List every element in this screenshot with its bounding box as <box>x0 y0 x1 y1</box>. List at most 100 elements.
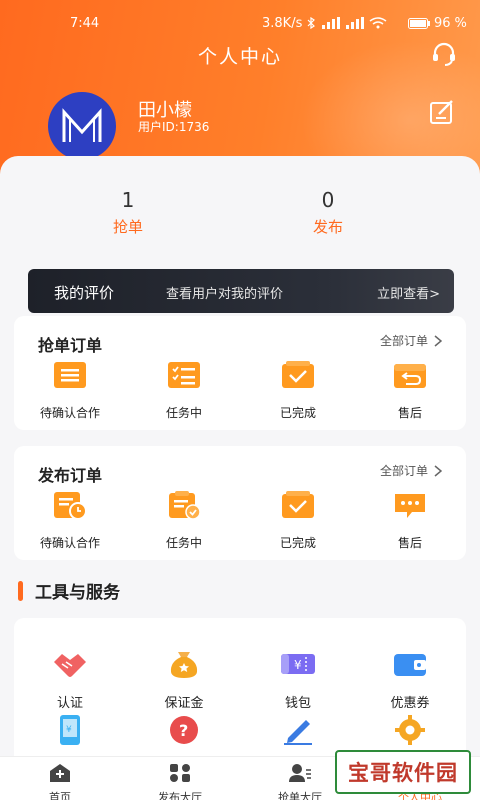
chevron-right-icon <box>434 464 442 477</box>
pending-clock-icon <box>54 492 87 520</box>
signal-icons <box>305 17 387 29</box>
publish-order-after-sales[interactable]: 售后 <box>360 490 460 551</box>
home-icon <box>50 764 70 782</box>
tool-phone[interactable]: ¥ <box>20 714 120 750</box>
battery-icon <box>408 18 430 29</box>
grid-icon <box>170 764 190 782</box>
status-time: 7:44 <box>70 16 100 31</box>
tool-wallet-label: 钱包 <box>284 696 311 711</box>
tool-settings[interactable] <box>360 714 460 750</box>
watermark-text: 宝哥软件园 <box>348 761 458 785</box>
evaluation-subtitle: 查看用户对我的评价 <box>166 287 284 302</box>
evaluation-banner[interactable]: 我的评价 查看用户对我的评价 立即查看> <box>28 269 454 313</box>
signal-icon-2 <box>346 17 364 29</box>
edit-profile-icon[interactable] <box>428 98 456 126</box>
publish-order-completed-label: 已完成 <box>279 536 316 550</box>
battery: 96% <box>408 16 467 31</box>
publish-order-after-sales-label: 售后 <box>397 536 422 550</box>
grab-orders-all-link[interactable]: 全部订单 <box>380 332 442 349</box>
tool-wallet[interactable]: ¥ 钱包 <box>248 648 348 711</box>
user-list-icon <box>289 764 311 782</box>
grab-order-in-progress-label: 任务中 <box>165 406 202 420</box>
watermark-logo: 宝哥软件园 <box>335 750 471 794</box>
tab-grab-hall[interactable]: 抢单大厅 <box>255 763 345 800</box>
tab-publish-hall-label: 发布大厅 <box>158 791 202 800</box>
bluetooth-icon <box>307 17 315 29</box>
stat-grab-value: 1 <box>121 188 135 212</box>
evaluation-title: 我的评价 <box>54 284 115 302</box>
tool-deposit-label: 保证金 <box>164 696 204 711</box>
phone-icon: ¥ <box>60 715 80 745</box>
grab-order-pending[interactable]: 待确认合作 <box>20 360 120 421</box>
grab-order-in-progress[interactable]: 任务中 <box>134 360 234 421</box>
publish-order-pending-label: 待确认合作 <box>39 536 100 550</box>
gear-icon <box>395 715 425 745</box>
stat-publish-value: 0 <box>321 188 335 212</box>
grab-order-completed-label: 已完成 <box>279 406 316 420</box>
publish-order-pending[interactable]: 待确认合作 <box>20 490 120 551</box>
tool-certification[interactable]: 认证 <box>20 648 120 711</box>
stat-publish[interactable]: 0 发布 <box>268 188 388 237</box>
publish-order-in-progress[interactable]: 任务中 <box>134 490 234 551</box>
user-id: 用户ID:1736 <box>138 120 210 134</box>
stats-row: 1 抢单 0 发布 <box>0 188 480 248</box>
task-check-badge-icon <box>169 491 201 520</box>
status-bar: 7:44 3.8K/s 96% <box>0 14 480 36</box>
tool-deposit[interactable]: 保证金 <box>134 648 234 711</box>
handshake-icon <box>54 654 86 677</box>
help-icon: ? <box>170 716 198 744</box>
after-sales-chat-icon <box>395 494 425 518</box>
tool-certification-label: 认证 <box>56 696 83 711</box>
grab-order-pending-label: 待确认合作 <box>39 406 100 420</box>
grab-order-after-sales-label: 售后 <box>397 406 422 420</box>
network-speed: 3.8K/s <box>262 16 303 31</box>
coupon-wallet-icon <box>394 654 426 676</box>
avatar-logo <box>62 108 102 142</box>
tools-card: 认证 保证金 ¥ 钱包 优惠券 ¥ ? <box>14 618 466 768</box>
publish-order-completed[interactable]: 已完成 <box>248 490 348 551</box>
chevron-right-icon <box>434 334 442 347</box>
publish-orders-card: 发布订单 全部订单 待确认合作 任务中 已完成 售后 <box>14 446 466 560</box>
tools-section-title: 工具与服务 <box>18 578 120 603</box>
signal-icon <box>322 17 340 29</box>
after-sales-return-icon <box>394 364 426 388</box>
svg-text:?: ? <box>179 721 188 740</box>
pending-list-icon <box>54 362 86 388</box>
tool-coupon-label: 优惠券 <box>390 696 430 711</box>
tab-home-label: 首页 <box>49 791 71 800</box>
battery-level: 96 <box>434 16 451 31</box>
tool-edit[interactable] <box>248 714 348 750</box>
tab-grab-hall-label: 抢单大厅 <box>278 791 322 800</box>
publish-orders-all-link[interactable]: 全部订单 <box>380 462 442 479</box>
tool-coupon[interactable]: 优惠券 <box>360 648 460 711</box>
grab-orders-title: 抢单订单 <box>38 336 103 355</box>
evaluation-view-link[interactable]: 立即查看> <box>377 283 440 302</box>
money-bag-icon <box>170 652 198 678</box>
completed-check-icon <box>282 361 314 388</box>
stat-publish-label: 发布 <box>312 218 343 236</box>
section-accent-bar <box>18 580 23 601</box>
tools-title: 工具与服务 <box>35 583 120 603</box>
publish-orders-title: 发布订单 <box>38 466 103 485</box>
tab-home[interactable]: 首页 <box>15 763 105 800</box>
tool-help[interactable]: ? <box>134 714 234 750</box>
headset-icon[interactable] <box>430 40 458 68</box>
publish-order-in-progress-label: 任务中 <box>165 536 202 550</box>
stat-grab[interactable]: 1 抢单 <box>68 188 188 237</box>
grab-orders-card: 抢单订单 全部订单 待确认合作 任务中 已完成 售后 <box>14 316 466 430</box>
pen-icon <box>284 720 312 745</box>
wallet-ticket-icon: ¥ <box>281 654 315 674</box>
tab-publish-hall[interactable]: 发布大厅 <box>135 763 225 800</box>
grab-order-completed[interactable]: 已完成 <box>248 360 348 421</box>
page-title: 个人中心 <box>197 46 282 68</box>
avatar[interactable] <box>48 92 116 160</box>
task-checklist-icon <box>168 362 200 388</box>
wifi-icon <box>369 17 387 29</box>
svg-text:¥: ¥ <box>66 725 72 735</box>
publish-orders-all-label: 全部订单 <box>379 464 428 478</box>
grab-orders-all-label: 全部订单 <box>379 334 428 348</box>
grab-order-after-sales[interactable]: 售后 <box>360 360 460 421</box>
completed-check-icon <box>282 491 314 518</box>
svg-text:¥: ¥ <box>294 658 302 672</box>
stat-grab-label: 抢单 <box>112 218 143 236</box>
